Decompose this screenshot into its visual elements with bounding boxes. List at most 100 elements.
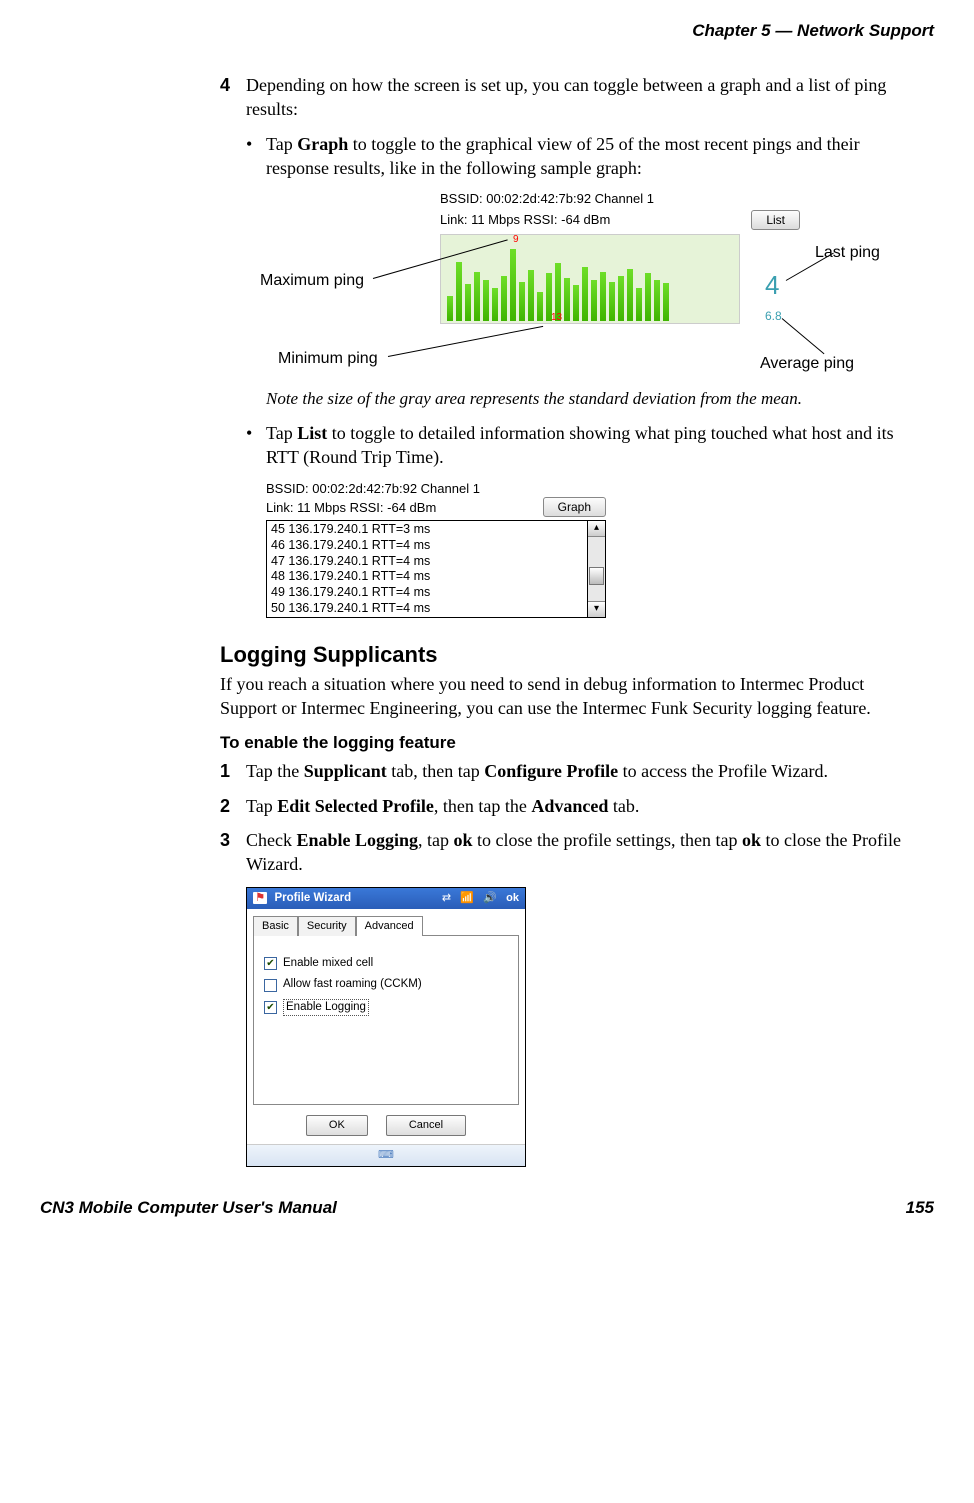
text: , tap — [418, 830, 454, 850]
avg-ping-value: 6.8 — [765, 308, 782, 324]
graph-panel: BSSID: 00:02:2d:42:7b:92 Channel 1 Link:… — [440, 188, 800, 324]
graph-button[interactable]: Graph — [543, 497, 606, 517]
bullet-graph-suf: to toggle to the graphical view of 25 of… — [266, 134, 860, 178]
text: tab. — [608, 796, 639, 816]
heading-logging-supplicants: Logging Supplicants — [220, 640, 924, 670]
checkbox-icon[interactable]: ✔ — [264, 1001, 277, 1014]
text: ok — [742, 830, 761, 850]
text: ok — [454, 830, 473, 850]
tab-pane-advanced: ✔ Enable mixed cell Allow fast roaming (… — [253, 935, 519, 1105]
graph-bssid-line: BSSID: 00:02:2d:42:7b:92 Channel 1 — [440, 190, 800, 208]
step-body: Tap the Supplicant tab, then tap Configu… — [246, 759, 924, 783]
list-button[interactable]: List — [751, 210, 800, 230]
bar — [636, 288, 642, 321]
bar — [474, 272, 480, 321]
checkbox-allow-fast-roaming[interactable]: Allow fast roaming (CCKM) — [264, 977, 508, 993]
graph-note: Note the size of the gray area represent… — [266, 388, 924, 411]
step-number: 2 — [220, 794, 246, 818]
sip-keyboard-icon[interactable]: ⌨ — [247, 1144, 525, 1166]
scroll-thumb[interactable] — [589, 567, 604, 585]
page-footer: CN3 Mobile Computer User's Manual 155 — [40, 1197, 934, 1220]
bullet-mark: • — [246, 421, 266, 470]
step-body: Tap Edit Selected Profile, then tap the … — [246, 794, 924, 818]
bar — [537, 292, 543, 321]
bar — [456, 262, 462, 321]
callout-average-ping: Average ping — [760, 353, 854, 375]
dialog-buttons: OK Cancel — [247, 1111, 525, 1144]
connectivity-icon[interactable]: ⇄ — [442, 892, 451, 904]
bar — [573, 285, 579, 321]
ok-dialog-button[interactable]: OK — [306, 1115, 368, 1136]
text: Enable Logging — [296, 830, 418, 850]
step-number: 3 — [220, 828, 246, 877]
text: tab, then tap — [387, 761, 484, 781]
list-row: 47 136.179.240.1 RTT=4 ms — [271, 554, 583, 570]
scroll-down-icon[interactable]: ▾ — [588, 601, 605, 617]
bullet-graph: • Tap Graph to toggle to the graphical v… — [246, 132, 924, 181]
bar — [519, 282, 525, 321]
chapter-header: Chapter 5 — Network Support — [40, 20, 934, 43]
scroll-track[interactable] — [588, 537, 605, 601]
ping-list-lines: 45 136.179.240.1 RTT=3 ms 46 136.179.240… — [267, 521, 587, 617]
signal-icon[interactable]: 📶 — [460, 892, 474, 904]
checkbox-enable-logging[interactable]: ✔ Enable Logging — [264, 999, 508, 1017]
last-ping-value: 4 — [765, 268, 779, 303]
tab-security[interactable]: Security — [298, 916, 356, 936]
bar — [582, 267, 588, 321]
step-body: Depending on how the screen is set up, y… — [246, 73, 924, 122]
list-row: 50 136.179.240.1 RTT=4 ms — [271, 601, 583, 617]
logging-step-2: 2 Tap Edit Selected Profile, then tap th… — [220, 794, 924, 818]
bullet-body: Tap List to toggle to detailed informati… — [266, 421, 924, 470]
bar — [627, 269, 633, 321]
checkbox-enable-mixed-cell[interactable]: ✔ Enable mixed cell — [264, 956, 508, 972]
text: Check — [246, 830, 296, 850]
step-4: 4 Depending on how the screen is set up,… — [220, 73, 924, 122]
bar — [609, 282, 615, 321]
text: Tap — [246, 796, 277, 816]
list-link-line: Link: 11 Mbps RSSI: -64 dBm — [266, 499, 436, 517]
text: Configure Profile — [484, 761, 618, 781]
bar — [663, 283, 669, 321]
window-title: Profile Wizard — [275, 892, 352, 904]
text: Tap the — [246, 761, 304, 781]
text: to close the profile settings, then tap — [473, 830, 742, 850]
graph-link-line: Link: 11 Mbps RSSI: -64 dBm — [440, 211, 610, 229]
max-marker-value: 9 — [513, 233, 519, 247]
profile-wizard-titlebar: ⚑ Profile Wizard ⇄ 📶 🔊 ok — [247, 888, 525, 910]
bullet-graph-bold: Graph — [297, 134, 348, 154]
logging-step-3: 3 Check Enable Logging, tap ok to close … — [220, 828, 924, 877]
ok-button[interactable]: ok — [506, 892, 519, 904]
profile-wizard-window: ⚑ Profile Wizard ⇄ 📶 🔊 ok Basic Security… — [246, 887, 526, 1167]
bullet-mark: • — [246, 132, 266, 181]
bar — [501, 276, 507, 321]
checkbox-label: Allow fast roaming (CCKM) — [283, 977, 422, 993]
callout-minimum-ping: Minimum ping — [278, 348, 378, 370]
graph-bars: 9 13 — [440, 234, 740, 324]
scroll-up-icon[interactable]: ▴ — [588, 521, 605, 537]
titlebar-icons: ⇄ 📶 🔊 ok — [436, 891, 519, 907]
callout-maximum-ping: Maximum ping — [260, 270, 364, 292]
volume-icon[interactable]: 🔊 — [483, 892, 497, 904]
logging-step-1: 1 Tap the Supplicant tab, then tap Confi… — [220, 759, 924, 783]
text: to access the Profile Wizard. — [618, 761, 828, 781]
bar — [492, 288, 498, 321]
bar — [510, 249, 516, 321]
leader-line — [782, 318, 825, 354]
bar — [447, 296, 453, 321]
step-body: Check Enable Logging, tap ok to close th… — [246, 828, 924, 877]
checkbox-icon[interactable]: ✔ — [264, 957, 277, 970]
tab-basic[interactable]: Basic — [253, 916, 298, 936]
text: Advanced — [531, 796, 608, 816]
bullet-list-suf: to toggle to detailed information showin… — [266, 423, 894, 467]
text: , then tap the — [434, 796, 531, 816]
checkbox-icon[interactable] — [264, 979, 277, 992]
bar — [528, 270, 534, 321]
tab-advanced[interactable]: Advanced — [356, 916, 423, 936]
bar — [645, 273, 651, 321]
text: Edit Selected Profile — [277, 796, 434, 816]
list-row: 49 136.179.240.1 RTT=4 ms — [271, 585, 583, 601]
bar — [600, 272, 606, 321]
cancel-dialog-button[interactable]: Cancel — [386, 1115, 466, 1136]
scrollbar[interactable]: ▴ ▾ — [587, 521, 605, 617]
step-number: 1 — [220, 759, 246, 783]
